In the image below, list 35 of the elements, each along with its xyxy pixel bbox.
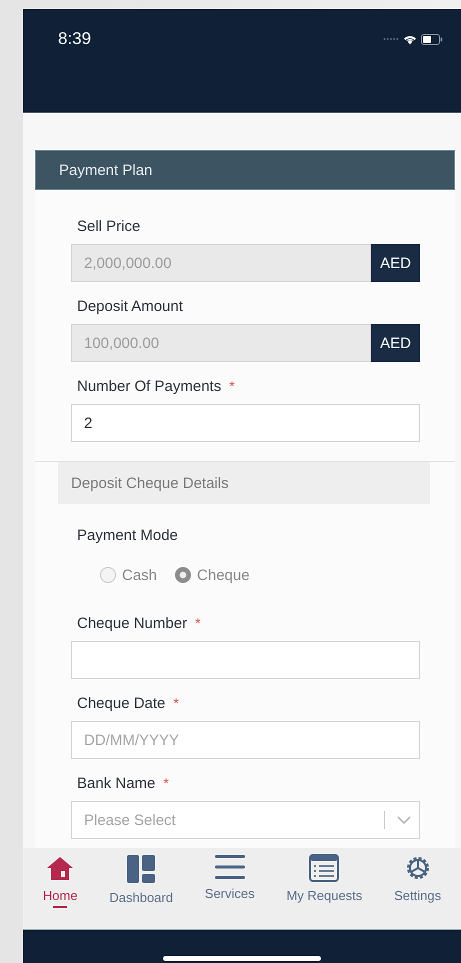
nav-tab[interactable]: Services: [204, 854, 255, 906]
list-window-icon: [309, 854, 340, 882]
radio-option[interactable]: Cash: [100, 565, 158, 585]
battery-icon: [421, 34, 443, 44]
nav-tab[interactable]: Settings: [394, 854, 442, 908]
required-mark: *: [173, 695, 179, 711]
field-label: Payment Mode: [77, 526, 178, 544]
required-mark: *: [195, 615, 201, 631]
field-label: Sell Price: [77, 218, 140, 234]
currency-label: AED: [371, 324, 420, 362]
field-label: Deposit Amount: [77, 298, 183, 314]
required-mark: *: [163, 775, 169, 791]
home-icon: [46, 854, 74, 882]
nav-tab[interactable]: Home: [42, 854, 78, 908]
input-field[interactable]: [71, 641, 420, 679]
required-mark: *: [229, 378, 235, 394]
field-label: Number Of Payments: [77, 378, 222, 394]
chevron-down-icon: [397, 816, 411, 824]
input-field[interactable]: 2: [71, 404, 420, 442]
nav-tab[interactable]: Dashboard: [109, 854, 173, 910]
field-label: Cheque Date: [77, 694, 166, 712]
section-header: Payment Plan: [35, 150, 455, 190]
dashboard-icon: [126, 854, 156, 884]
radio-option[interactable]: Cheque: [175, 565, 250, 585]
nav-tab[interactable]: My Requests: [286, 854, 362, 908]
signal-icon: [383, 37, 399, 41]
status-time: 8:39: [58, 29, 92, 49]
subsection-header: Deposit Cheque Details: [58, 462, 430, 504]
field-label: Bank Name: [77, 774, 156, 792]
currency-label: AED: [371, 244, 420, 282]
menu-icon: [214, 854, 245, 880]
dropdown-field[interactable]: Please Select: [71, 801, 420, 839]
field-label: Cheque Number: [77, 614, 188, 632]
wifi-icon: [403, 34, 417, 44]
input-field[interactable]: DD/MM/YYYY: [71, 721, 420, 759]
